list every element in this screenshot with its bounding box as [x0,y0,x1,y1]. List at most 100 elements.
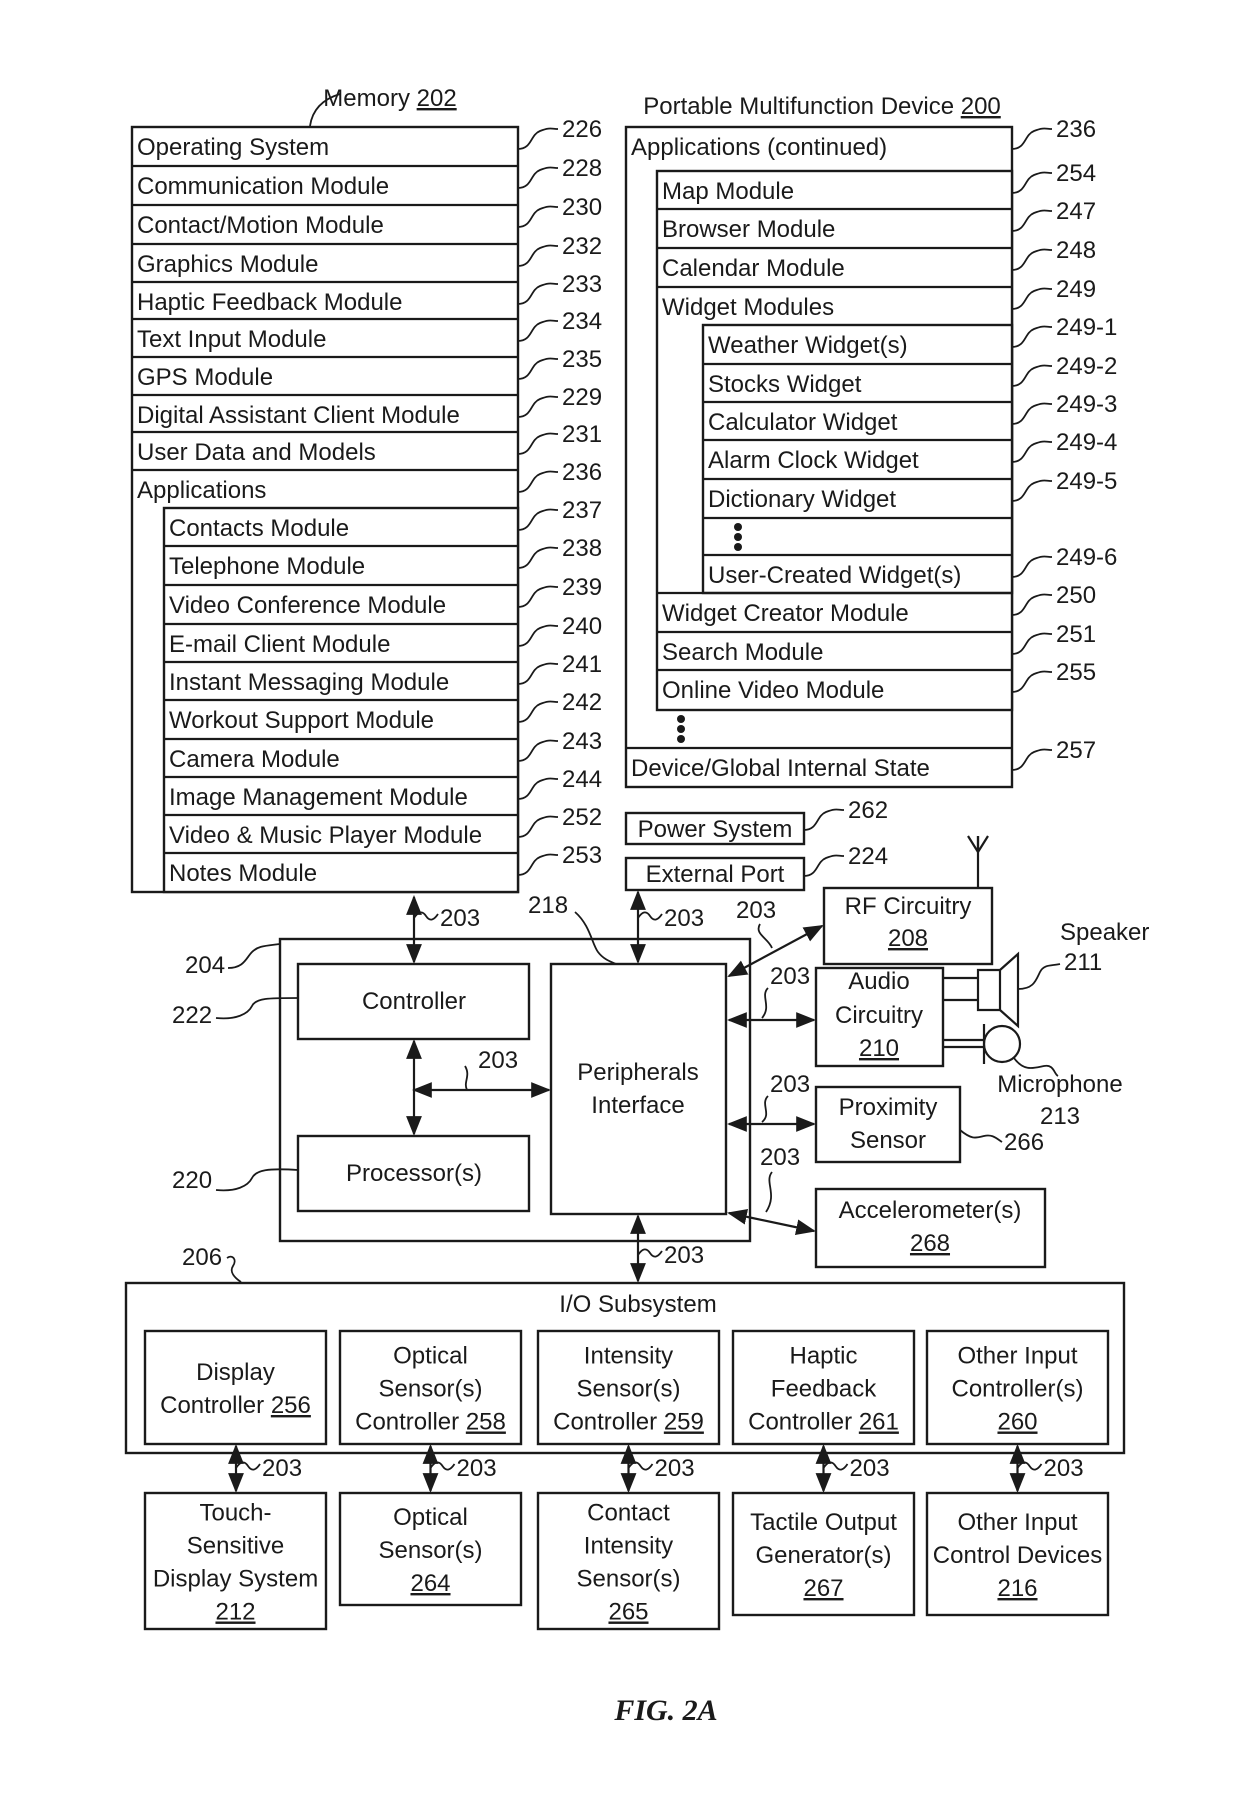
io-controller-1-line-0: Optical [393,1343,468,1370]
more-module-row-2-ref: 255 [1056,659,1096,686]
bus-external-ref: 203 [664,905,704,932]
bus-io-ref: 203 [664,1242,704,1269]
application-row-4-leader [517,662,559,685]
io-controller-0-last-line: Controller 256 [160,1392,311,1419]
accelerometer-ref: 268 [910,1230,950,1257]
memory-row-7-ref: 229 [562,384,602,411]
memory-row-6-leader [517,357,559,380]
application-row-8-leader [517,815,559,838]
memory-row-digital-assistant-client-module: Digital Assistant Client Module [137,402,460,429]
application-row-1-leader [517,546,559,569]
memory-row-9-ref: 236 [562,459,602,486]
microphone-ref: 213 [1040,1103,1080,1130]
memory-row-communication-module: Communication Module [137,173,389,200]
rf-circuitry-ref: 208 [888,925,928,952]
application-telephone-module: Telephone Module [169,553,365,580]
memory-row-6-ref: 235 [562,346,602,373]
microphone-wire [943,1038,983,1049]
io-device-3-line-0: Tactile Output [750,1509,897,1536]
io-device-0-ref: 212 [215,1599,255,1626]
io-device-1-ref: 264 [410,1570,450,1597]
io-device-0-line-2: Display System [153,1566,318,1593]
memory-row-3-leader [517,244,559,267]
memory-row-user-data-and-models: User Data and Models [137,439,376,466]
proximity-sensor-ref: 266 [1004,1129,1044,1156]
application-row-9-leader [517,853,559,876]
io-controller-box-0 [143,1329,328,1446]
application-row-0-ref: 237 [562,497,602,524]
ellipsis-dot [734,543,742,551]
memory-row-applications: Applications [137,477,266,504]
application-row-6-ref: 243 [562,728,602,755]
chip-ref: 204 [185,952,225,979]
widget-row-6-leader [1011,555,1053,578]
io-controller-1-last-line: Controller 258 [355,1409,506,1436]
io-device-2-line-2: Sensor(s) [576,1566,680,1593]
ellipsis-dot [734,523,742,531]
memory-title-label: Memory [323,85,416,112]
bus-io-device-2-leader [627,1461,654,1471]
memory-row-operating-system: Operating System [137,134,329,161]
bus-io-device-3-ref: 203 [850,1455,890,1482]
io-device-2-line-0: Contact [587,1500,670,1527]
io-controller-1-line-1: Sensor(s) [378,1376,482,1403]
ellipsis-dot [677,715,685,723]
controller-label: Controller [362,988,466,1015]
application-row-7-ref: 244 [562,766,602,793]
module-row-2-leader [1011,248,1053,271]
io-controller-1-last-line-ref: 258 [466,1409,506,1436]
module-map-module: Map Module [662,178,794,205]
io-controller-3-line-0: Haptic [789,1343,857,1370]
widget-row-3-leader [1011,440,1053,463]
bus-io-device-0-ref: 203 [262,1455,302,1482]
memory-row-1-leader [517,166,559,189]
io-controller-3-last-line-label: Controller [748,1409,859,1436]
figure-label: FIG. 2A [613,1694,717,1727]
application-contacts-module: Contacts Module [169,515,349,542]
application-instant-messaging-module: Instant Messaging Module [169,669,449,696]
bus-io-device-0-leader [235,1461,261,1471]
ellipsis-dot [734,533,742,541]
ellipsis-dot [677,735,685,743]
internal-state-ref: 257 [1056,737,1096,764]
widget-weather-widget-s-: Weather Widget(s) [708,332,908,359]
memory-row-7-leader [517,395,559,418]
more-module-row-0-leader [1011,593,1053,616]
widget-row-4-leader [1011,479,1053,502]
peripherals-interface-box [549,962,728,1216]
bus-external-leader [637,911,663,921]
application-row-5-leader [517,700,559,723]
io-controller-4-line-1: Controller(s) [951,1376,1083,1403]
processor-label: Processor(s) [346,1160,482,1187]
bus-rf-ref: 203 [736,897,776,924]
application-row-7-leader [517,777,559,800]
memory-row-contact-motion-module: Contact/Motion Module [137,212,384,239]
widget-stocks-widget: Stocks Widget [708,371,862,398]
application-e-mail-client-module: E-mail Client Module [169,631,390,658]
io-device-0-line-0: Touch- [199,1500,271,1527]
memory-row-text-input-module: Text Input Module [137,326,326,353]
peripherals-interface-label-2: Interface [591,1092,684,1119]
bus-audio-ref: 203 [770,963,810,990]
io-subsystem-leader [226,1255,242,1283]
io-controller-2-line-0: Intensity [584,1343,673,1370]
memory-row-9-leader [517,470,559,493]
memory-row-5-ref: 234 [562,308,602,335]
module-row-1-ref: 247 [1056,198,1096,225]
module-widget-modules: Widget Modules [662,294,834,321]
widget-row-1-leader [1011,364,1053,387]
audio-circuitry-label-2: Circuitry [835,1002,923,1029]
speaker-wire [943,976,978,1002]
microphone-icon [982,1024,1022,1064]
application-row-8-ref: 252 [562,804,602,831]
io-controller-4-ref: 260 [997,1409,1037,1436]
io-device-2-line-1: Intensity [584,1533,673,1560]
rf-circuitry-label: RF Circuitry [845,893,972,920]
module-row-2-ref: 248 [1056,237,1096,264]
bus-proximity-leader [761,1095,769,1123]
application-row-1-ref: 238 [562,535,602,562]
bus-io-device-1-ref: 203 [457,1455,497,1482]
external-port-label: External Port [646,861,785,888]
applications-continued-label: Applications (continued) [631,134,887,161]
memory-title: Memory 202 [323,85,456,112]
